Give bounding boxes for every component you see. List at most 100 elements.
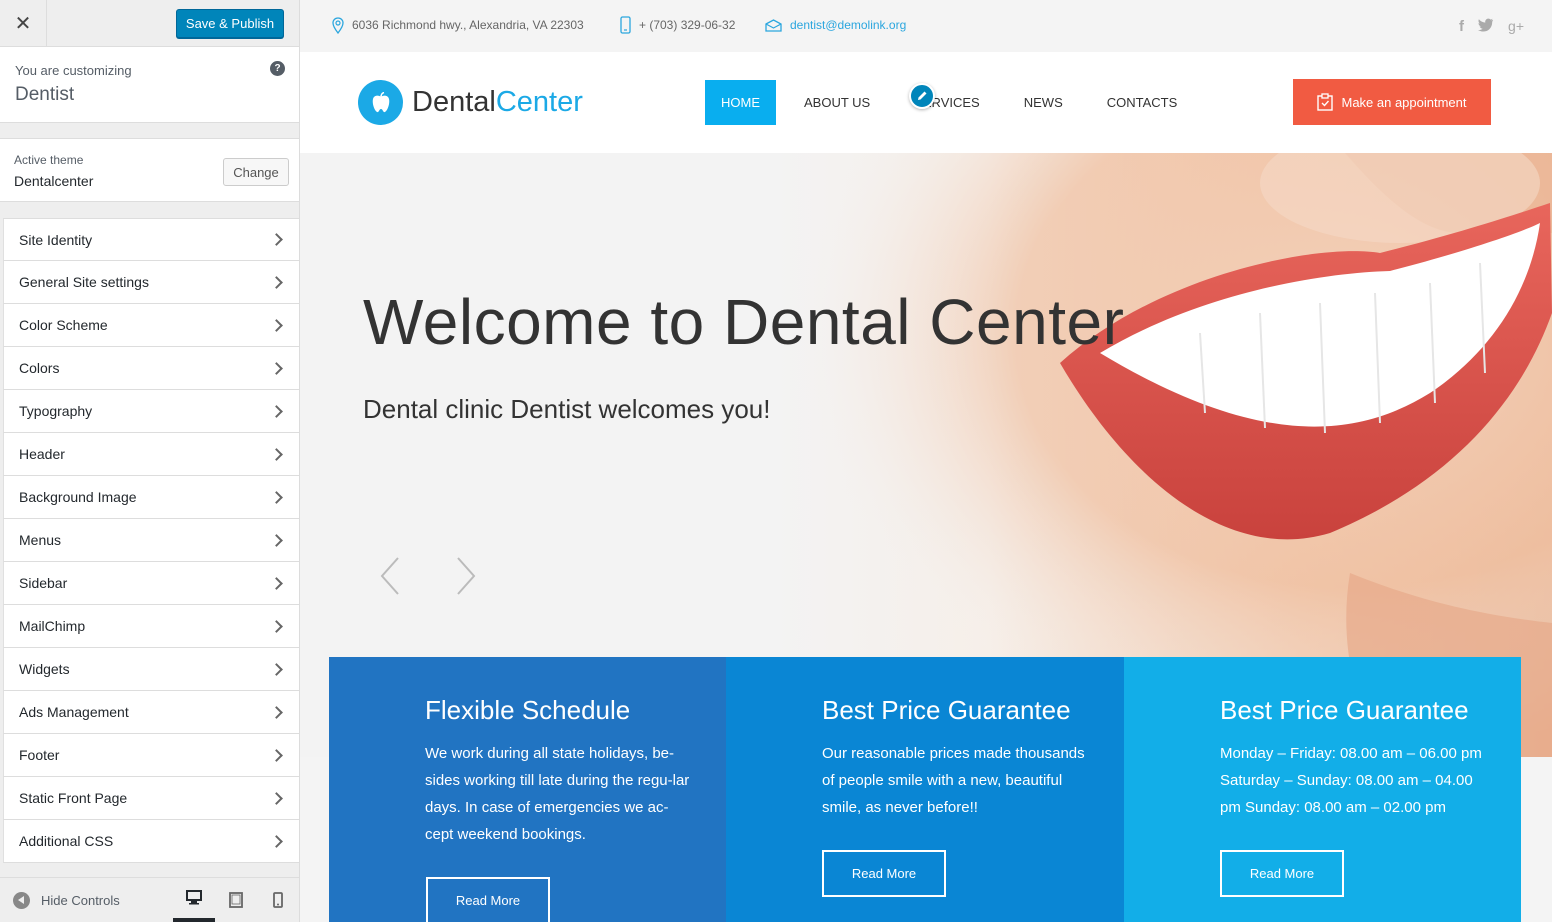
section-label: Footer	[19, 747, 60, 763]
main-nav: HOME ABOUT US SERVICES NEWS CONTACTS	[705, 80, 1205, 125]
customizing-label: You are customizing	[15, 63, 132, 78]
read-more-button[interactable]: Read More	[1220, 850, 1344, 897]
nav-news[interactable]: NEWS	[1008, 80, 1079, 125]
desktop-icon[interactable]	[173, 877, 215, 922]
address-text: 6036 Richmond hwy., Alexandria, VA 22303	[352, 18, 584, 32]
save-publish-button[interactable]: Save & Publish	[176, 9, 284, 38]
customizer-sections: Site Identity General Site settings Colo…	[3, 218, 299, 863]
section-general-site-settings[interactable]: General Site settings	[3, 261, 299, 304]
feature-text: Our reasonable prices made thousands of …	[822, 745, 1085, 816]
read-more-button[interactable]: Read More	[822, 850, 946, 897]
section-label: Static Front Page	[19, 790, 128, 806]
nav-home[interactable]: HOME	[705, 80, 776, 125]
google-plus-icon[interactable]: g+	[1508, 18, 1524, 35]
chevron-right-icon	[270, 748, 283, 762]
customizer-sidebar: ✕ Save & Publish You are customizing Den…	[0, 0, 300, 922]
section-label: Additional CSS	[19, 833, 114, 849]
section-background-image[interactable]: Background Image	[3, 476, 299, 519]
facebook-icon[interactable]: f	[1459, 18, 1464, 35]
site-name: Dentist	[15, 84, 75, 105]
section-colors[interactable]: Colors	[3, 347, 299, 390]
feature-title: Flexible Schedule	[425, 695, 631, 725]
section-ads-management[interactable]: Ads Management	[3, 691, 299, 734]
twitter-icon[interactable]	[1478, 18, 1494, 32]
section-label: Site Identity	[19, 231, 93, 248]
nav-contacts[interactable]: CONTACTS	[1091, 80, 1194, 125]
phone-icon	[620, 16, 631, 34]
close-icon[interactable]: ✕	[0, 0, 47, 46]
section-color-scheme[interactable]: Color Scheme	[3, 304, 299, 347]
chevron-right-icon	[270, 490, 283, 504]
customizing-info: You are customizing Dentist	[0, 47, 299, 123]
contact-topbar: 6036 Richmond hwy., Alexandria, VA 22303…	[300, 0, 1552, 52]
feature-box-flexible-schedule: Flexible Schedule We work during all sta…	[329, 657, 726, 922]
section-widgets[interactable]: Widgets	[3, 648, 299, 691]
section-label: Background Image	[19, 489, 137, 505]
section-static-front-page[interactable]: Static Front Page	[3, 777, 299, 820]
hero-subtitle: Dental clinic Dentist welcomes you!	[363, 394, 771, 424]
section-label: Widgets	[19, 661, 70, 677]
section-label: MailChimp	[19, 618, 86, 634]
appointment-label: Make an appointment	[1341, 94, 1467, 110]
section-header[interactable]: Header	[3, 433, 299, 476]
section-menus[interactable]: Menus	[3, 519, 299, 562]
chevron-right-icon	[270, 576, 283, 590]
chevron-right-icon	[270, 404, 283, 418]
feature-box-hours: Best Price Guarantee Monday – Friday: 08…	[1124, 657, 1521, 922]
customizer-footer: Hide Controls	[0, 877, 299, 922]
chevron-right-icon	[270, 233, 283, 246]
collapse-arrow-icon[interactable]	[13, 891, 30, 909]
hide-controls-button[interactable]: Hide Controls	[41, 893, 120, 908]
site-logo[interactable]: DentalCenter	[358, 80, 583, 125]
chevron-right-icon	[270, 791, 283, 805]
chevron-right-icon	[270, 533, 283, 547]
tablet-icon[interactable]	[215, 877, 257, 922]
hero-title: Welcome to Dental Center	[363, 286, 1125, 358]
chevron-right-icon[interactable]	[444, 556, 484, 596]
feature-title: Best Price Guarantee	[1220, 695, 1469, 725]
edit-pencil-icon[interactable]	[909, 83, 935, 109]
chevron-right-icon	[270, 705, 283, 719]
section-label: Header	[19, 446, 65, 462]
chevron-right-icon	[270, 275, 283, 289]
site-preview: 6036 Richmond hwy., Alexandria, VA 22303…	[300, 0, 1552, 922]
mobile-icon[interactable]	[257, 877, 299, 922]
clipboard-icon	[1317, 93, 1334, 111]
customizer-header: ✕ Save & Publish	[0, 0, 299, 47]
logo-text-center: Center	[495, 86, 583, 118]
email-link[interactable]: dentist@demolink.org	[790, 18, 906, 32]
feature-boxes: Flexible Schedule We work during all sta…	[329, 657, 1521, 922]
feature-box-best-price: Best Price Guarantee Our reasonable pric…	[726, 657, 1124, 922]
chevron-right-icon	[270, 619, 283, 633]
section-label: Ads Management	[19, 704, 129, 720]
phone-text: + (703) 329-06-32	[639, 18, 736, 32]
feature-text: Monday – Friday: 08.00 am – 06.00 pm Sat…	[1220, 745, 1482, 816]
logo-text: DentalCenter	[412, 86, 583, 119]
chevron-right-icon	[270, 361, 283, 375]
section-sidebar[interactable]: Sidebar	[3, 562, 299, 605]
read-more-button[interactable]: Read More	[426, 877, 550, 922]
section-mailchimp[interactable]: MailChimp	[3, 605, 299, 648]
section-label: General Site settings	[19, 274, 149, 290]
section-site-identity[interactable]: Site Identity	[3, 218, 299, 261]
section-label: Sidebar	[19, 575, 68, 591]
nav-about-us[interactable]: ABOUT US	[788, 80, 886, 125]
section-additional-css[interactable]: Additional CSS	[3, 820, 299, 863]
make-appointment-button[interactable]: Make an appointment	[1293, 79, 1491, 125]
envelope-icon	[765, 18, 782, 32]
section-label: Colors	[19, 360, 60, 376]
email-item[interactable]: dentist@demolink.org	[765, 0, 906, 50]
map-pin-icon	[332, 16, 344, 34]
section-label: Typography	[19, 403, 93, 419]
section-typography[interactable]: Typography	[3, 390, 299, 433]
section-footer[interactable]: Footer	[3, 734, 299, 777]
feature-text: We work during all state holidays, be-si…	[425, 745, 690, 843]
tooth-logo-icon	[358, 80, 403, 125]
social-links: f g+	[1459, 18, 1524, 35]
change-theme-button[interactable]: Change	[223, 158, 289, 186]
help-icon[interactable]: ?	[270, 61, 285, 76]
chevron-left-icon[interactable]	[372, 556, 412, 596]
section-label: Menus	[19, 532, 62, 548]
logo-text-dental: Dental	[412, 86, 496, 118]
section-label: Color Scheme	[19, 317, 108, 333]
